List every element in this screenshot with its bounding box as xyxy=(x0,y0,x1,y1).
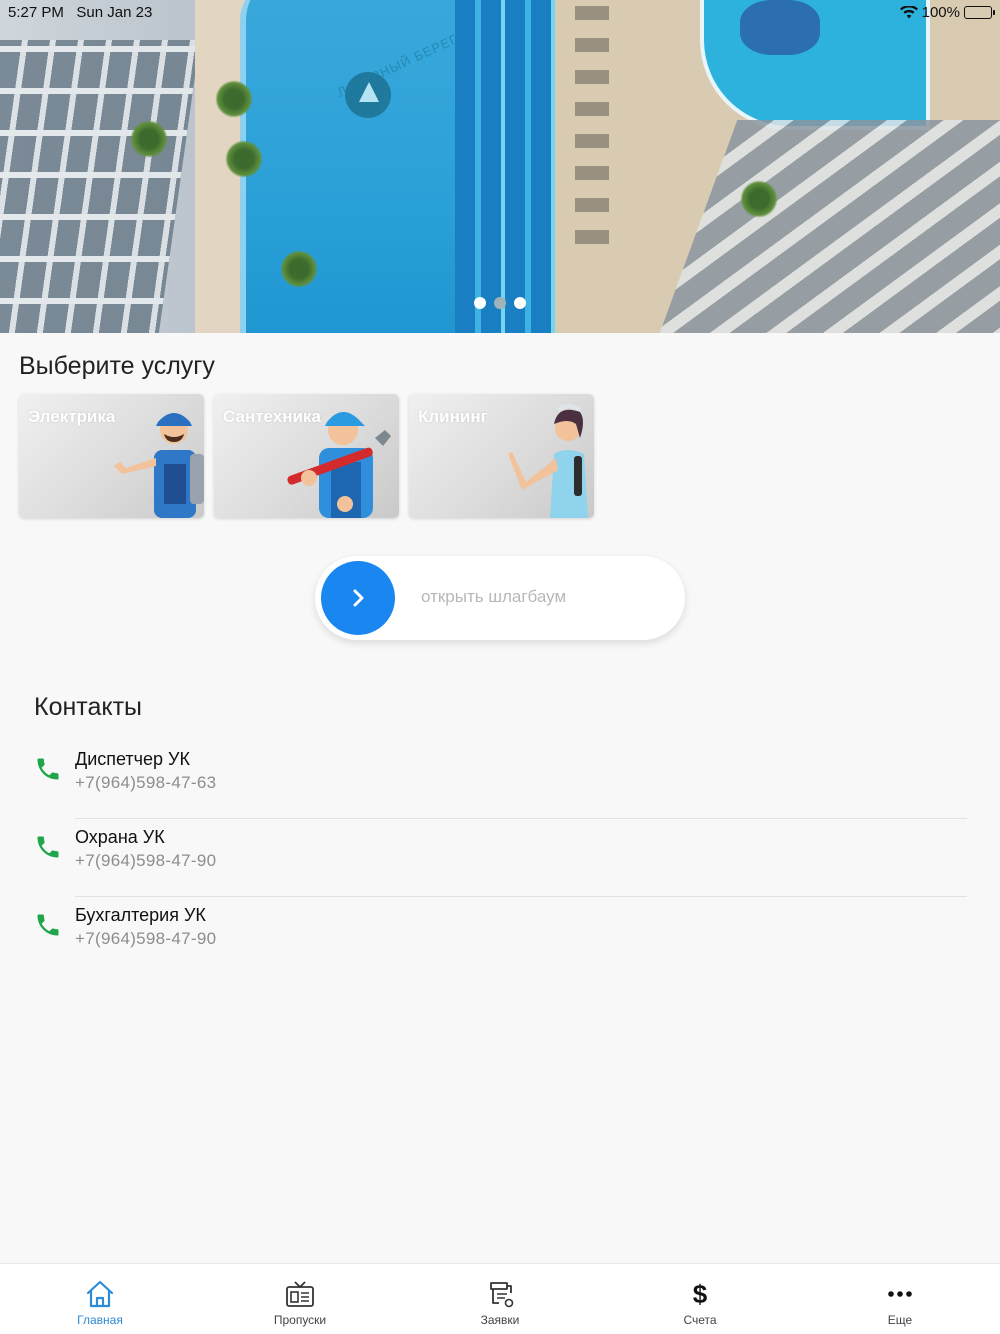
tab-label: Пропуски xyxy=(273,1313,327,1327)
phone-icon[interactable] xyxy=(34,911,62,939)
more-dots-icon xyxy=(884,1278,916,1310)
barrier-slider-label: открыть шлагбаум xyxy=(421,587,567,606)
contact-phone[interactable]: +7(964)598-47-90 xyxy=(75,851,216,871)
tab-label: Главная xyxy=(77,1313,123,1327)
tab-passes[interactable]: Пропуски xyxy=(200,1264,400,1334)
tab-more[interactable]: Еще xyxy=(800,1264,1000,1334)
carousel-indicator[interactable] xyxy=(474,297,526,309)
services-list: Электрика Сантехника Клининг xyxy=(19,394,594,518)
sun-loungers xyxy=(575,6,609,246)
tab-bar: Главная Пропуски Заявки $ Счета Еще xyxy=(0,1263,1000,1334)
wifi-icon xyxy=(899,6,918,19)
palm-tree-icon xyxy=(215,80,253,118)
hotel-building-left xyxy=(0,40,200,333)
plumber-icon xyxy=(287,412,391,518)
palm-tree-icon xyxy=(740,180,778,218)
services-title: Выберите услугу xyxy=(19,352,215,380)
chevron-right-icon xyxy=(353,589,364,607)
home-icon xyxy=(84,1278,116,1310)
hero-banner[interactable]: ЛАЗУРНЫЙ БЕРЕГ xyxy=(0,0,1000,333)
contact-name: Бухгалтерия УК xyxy=(75,905,206,925)
tv-pass-icon xyxy=(284,1278,316,1310)
electrician-icon xyxy=(114,413,204,518)
contacts-title: Контакты xyxy=(34,693,142,721)
carousel-dot-active[interactable] xyxy=(494,297,506,309)
pool-lanes xyxy=(455,0,555,333)
open-barrier-slider[interactable]: открыть шлагбаум xyxy=(315,556,685,640)
battery-icon xyxy=(964,6,995,19)
contact-item-dispatcher[interactable]: Диспетчер УК +7(964)598-47-63 xyxy=(34,741,967,819)
tab-requests[interactable]: Заявки xyxy=(400,1264,600,1334)
contact-phone[interactable]: +7(964)598-47-90 xyxy=(75,929,216,949)
service-card-cleaning[interactable]: Клининг xyxy=(409,394,594,518)
dollar-icon: $ xyxy=(692,1278,708,1309)
battery-percent: 100% xyxy=(921,4,960,21)
contact-name: Диспетчер УК xyxy=(75,749,190,769)
carousel-dot[interactable] xyxy=(514,297,526,309)
tab-label: Счета xyxy=(683,1313,717,1327)
faucet-request-icon xyxy=(484,1278,516,1310)
status-time: 5:27 PM Sun Jan 23 xyxy=(8,4,152,21)
carousel-dot[interactable] xyxy=(474,297,486,309)
palm-tree-icon xyxy=(130,120,168,158)
contact-phone[interactable]: +7(964)598-47-63 xyxy=(75,773,216,793)
phone-icon[interactable] xyxy=(34,833,62,861)
tab-bills[interactable]: $ Счета xyxy=(600,1264,800,1334)
palm-tree-icon xyxy=(225,140,263,178)
status-bar: 5:27 PM Sun Jan 23 100% xyxy=(0,0,1000,26)
service-card-electrics[interactable]: Электрика xyxy=(19,394,204,518)
contact-item-security[interactable]: Охрана УК +7(964)598-47-90 xyxy=(34,819,967,897)
service-card-plumbing[interactable]: Сантехника xyxy=(214,394,399,518)
tab-label: Заявки xyxy=(480,1313,520,1327)
contact-item-accounting[interactable]: Бухгалтерия УК +7(964)598-47-90 xyxy=(34,897,967,975)
cleaner-icon xyxy=(508,404,588,518)
tab-label: Еще xyxy=(887,1313,913,1327)
palm-tree-icon xyxy=(280,250,318,288)
phone-icon[interactable] xyxy=(34,755,62,783)
status-right: 100% xyxy=(899,4,995,21)
tab-home[interactable]: Главная xyxy=(0,1264,200,1334)
barrier-slider-knob[interactable] xyxy=(321,561,395,635)
status-clock: 5:27 PM xyxy=(8,4,64,21)
contact-name: Охрана УК xyxy=(75,827,165,847)
status-date: Sun Jan 23 xyxy=(76,4,153,21)
